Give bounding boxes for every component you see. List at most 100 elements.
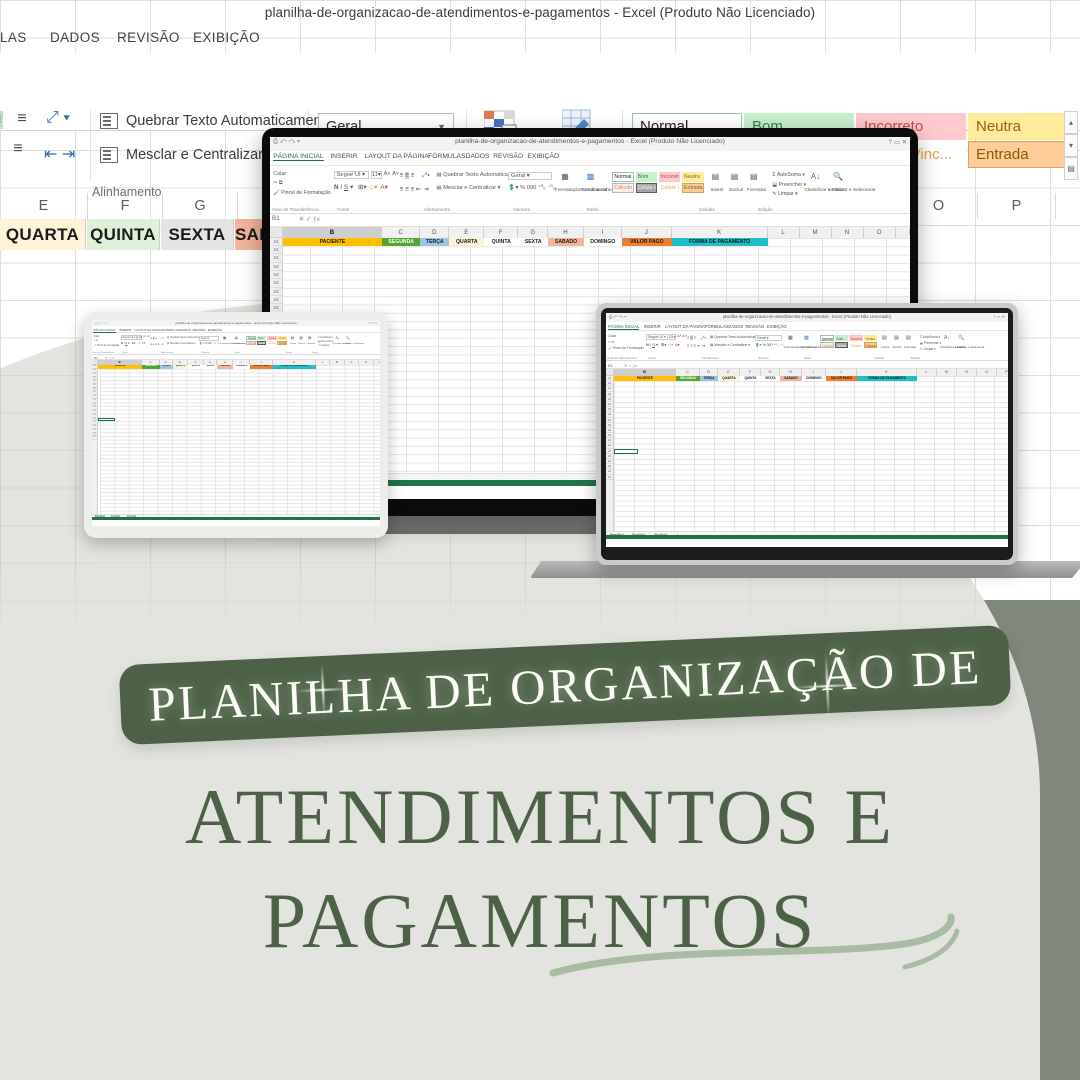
- mini-style-clulavinc[interactable]: Célula Vinc...: [849, 342, 863, 348]
- font-name-select[interactable]: Segoe UI ▾: [334, 170, 370, 179]
- style-neutra[interactable]: Neutra: [968, 113, 1078, 140]
- mini-align-h-icons[interactable]: ≡ ≡ ≡ ⇤ ⇥: [400, 185, 429, 193]
- mini-style-clulavinc[interactable]: Célula Vinc...: [266, 340, 277, 346]
- mini-merge-center-button[interactable]: ▤ Mesclar e Centralizar ▾: [436, 185, 500, 191]
- select-all-corner[interactable]: [270, 226, 283, 238]
- mini-table-header-valorpago[interactable]: VALOR PAGO: [826, 376, 857, 382]
- mini-tab-inserir[interactable]: INSERIR: [644, 324, 661, 329]
- mini-style-normal[interactable]: Normal: [820, 335, 834, 341]
- cell-quarta[interactable]: QUARTA: [0, 219, 86, 250]
- mini-column-header-m[interactable]: M: [937, 369, 957, 376]
- mini-table-header-valorpago[interactable]: VALOR PAGO: [250, 365, 273, 370]
- mini-table-header-formadepagamento[interactable]: FORMA DE PAGAMENTO: [671, 237, 768, 247]
- copy-button[interactable]: ✂ ⧉: [93, 339, 97, 342]
- borders-button[interactable]: ⊞▾: [661, 342, 666, 347]
- mini-table-header-segunda[interactable]: SEGUNDA: [142, 365, 160, 370]
- mini-style-incorreto[interactable]: Incorreto: [849, 335, 863, 341]
- formula-icons[interactable]: ✕ ✓ ƒx: [299, 215, 320, 223]
- mini-table-header-tera[interactable]: TERÇA: [420, 237, 450, 247]
- mini-table-header-tera[interactable]: TERÇA: [159, 365, 173, 370]
- align-top-icon[interactable]: ≡: [0, 111, 4, 129]
- mini-clear-button[interactable]: ✎ Limpar ▾: [772, 191, 797, 197]
- mini-style-bom[interactable]: Bom: [256, 335, 267, 341]
- mini-column-header-l[interactable]: L: [917, 369, 937, 376]
- format-painter-button[interactable]: 🖌 Pincel de Formatação: [93, 344, 119, 347]
- mini-selected-cell[interactable]: [97, 417, 116, 422]
- borders-button[interactable]: ⊞▾: [132, 341, 136, 345]
- mini-row-number[interactable]: 24: [92, 436, 97, 440]
- mini-column-header-k[interactable]: K: [671, 226, 768, 238]
- mini-inserir-icon[interactable]: ▤: [882, 335, 887, 341]
- mini-orientation-icon[interactable]: ⤢▾: [701, 335, 706, 340]
- mini-tab-revisao[interactable]: REVISÃO: [493, 153, 523, 160]
- font-grow-shrink-icons[interactable]: A˄ A˅: [143, 335, 150, 338]
- name-box[interactable]: B1: [272, 215, 280, 222]
- mini-ribbon-tabs[interactable]: PÁGINA INICIAL INSERIR LAYOUT DA PÁGINA FÓR…: [270, 151, 910, 166]
- mini-number-buttons[interactable]: 💲▾ % 000 ⁺⁰₀ ⁻⁰₀: [755, 343, 784, 347]
- font-name-select[interactable]: Segoe UI ▾: [120, 335, 137, 341]
- mini-table-header-sabado[interactable]: SABADO: [548, 237, 584, 247]
- mini-conditional-formatting-icon[interactable]: ▦: [788, 335, 793, 341]
- mini-column-header-p[interactable]: P: [997, 369, 1008, 376]
- mini-column-header-j[interactable]: J: [622, 226, 672, 238]
- mini-table-header-domingo[interactable]: DOMINGO: [802, 376, 826, 382]
- copy-button[interactable]: ✂ ⧉: [608, 340, 614, 344]
- mini-table-header-quinta[interactable]: QUINTA: [484, 237, 518, 247]
- mini-table-header-domingo[interactable]: DOMINGO: [233, 365, 251, 370]
- mini-table-header-sexta[interactable]: SEXTA: [518, 237, 549, 247]
- fill-color-button[interactable]: ◇▾: [668, 342, 673, 347]
- mini-inserir-icon[interactable]: ▤: [712, 172, 720, 181]
- name-box[interactable]: B1: [608, 363, 613, 368]
- mini-find-select-icon[interactable]: 🔍: [345, 336, 349, 340]
- format-painter-button[interactable]: 🖌 Pincel de Formatação: [273, 190, 331, 196]
- mini-tab-exibicao[interactable]: EXIBIÇÃO: [767, 324, 787, 329]
- mini-table-header-segunda[interactable]: SEGUNDA: [382, 237, 421, 247]
- mini-tab-formulas[interactable]: FÓRMULAS: [428, 153, 465, 160]
- mini-table-header-tera[interactable]: TERÇA: [700, 376, 718, 382]
- mini-merge-center-button[interactable]: ▤ Mesclar e Centralizar ▾: [167, 342, 196, 345]
- cell-quinta[interactable]: QUINTA: [87, 219, 160, 250]
- copy-button[interactable]: ✂ ⧉: [273, 180, 282, 187]
- mini-column-header-m[interactable]: M: [799, 226, 832, 238]
- mini-column-header-o[interactable]: O: [863, 226, 896, 238]
- mini-table-header-sexta[interactable]: SEXTA: [761, 376, 780, 382]
- mini-row-number[interactable]: 24: [606, 475, 613, 480]
- mini-tab-exibicao[interactable]: EXIBIÇÃO: [527, 153, 559, 160]
- mini-column-header-e[interactable]: E: [718, 369, 740, 376]
- mini-column-header-e[interactable]: E: [449, 226, 485, 238]
- font-color-button[interactable]: A▾: [142, 341, 145, 345]
- mini-tab-dados[interactable]: DADOS: [728, 324, 743, 329]
- mini-tab-dados[interactable]: DADOS: [466, 153, 490, 160]
- mini-ribbon-tabs[interactable]: PÁGINA INICIAL INSERIR LAYOUT DA PÁGINA FÓR…: [606, 322, 1008, 331]
- mini-style-neutra[interactable]: Neutra: [863, 335, 877, 341]
- mini-sort-filter-icon[interactable]: A↓: [335, 336, 339, 340]
- mini-table-header-paciente[interactable]: PACIENTE: [282, 237, 382, 247]
- mini-tab-revisao[interactable]: REVISÃO: [192, 328, 205, 332]
- mini-sort-filter-icon[interactable]: A↓: [811, 172, 820, 181]
- mini-column-header-n[interactable]: N: [957, 369, 977, 376]
- paste-button[interactable]: Colar: [93, 335, 99, 338]
- mini-formatar-icon[interactable]: ▤: [308, 336, 311, 340]
- format-painter-button[interactable]: 🖌 Pincel de Formatação: [608, 346, 644, 350]
- font-color-button[interactable]: A▾: [380, 183, 387, 191]
- select-all-corner[interactable]: [606, 369, 614, 376]
- mini-clear-button[interactable]: ✎ Limpar ▾: [920, 347, 936, 351]
- mini-find-select-icon[interactable]: 🔍: [833, 172, 843, 181]
- mini-tab-formulas[interactable]: FÓRMULAS: [163, 328, 180, 332]
- wrap-text-button[interactable]: Quebrar Texto Automaticamente: [100, 113, 334, 129]
- mini-tab-layout-da-pagina[interactable]: LAYOUT DA PÁGINA: [665, 324, 705, 329]
- bold-italic-underline-buttons[interactable]: N I S ▾: [121, 341, 130, 345]
- mini-column-header-b[interactable]: B: [282, 226, 382, 238]
- mini-tab-formulas[interactable]: FÓRMULAS: [705, 324, 728, 329]
- mini-excluir-icon[interactable]: ▤: [299, 336, 302, 340]
- mini-fill-button[interactable]: ⬓ Preencher ▾: [318, 340, 333, 343]
- quick-access-toolbar[interactable]: ⎙ ↶ ↷ ▾: [273, 138, 300, 146]
- mini-style-normal[interactable]: Normal: [612, 172, 634, 182]
- quick-access-toolbar[interactable]: ⎙ ↶ ↷ ▾: [609, 314, 626, 319]
- mini-formatar-icon[interactable]: ▤: [750, 172, 758, 181]
- mini-column-header-g[interactable]: G: [761, 369, 780, 376]
- paste-button[interactable]: Colar: [273, 171, 286, 177]
- column-header-f[interactable]: F: [88, 193, 163, 219]
- mini-style-neutra[interactable]: Neutra: [682, 172, 704, 182]
- mini-table-header-sabado[interactable]: SABADO: [780, 376, 802, 382]
